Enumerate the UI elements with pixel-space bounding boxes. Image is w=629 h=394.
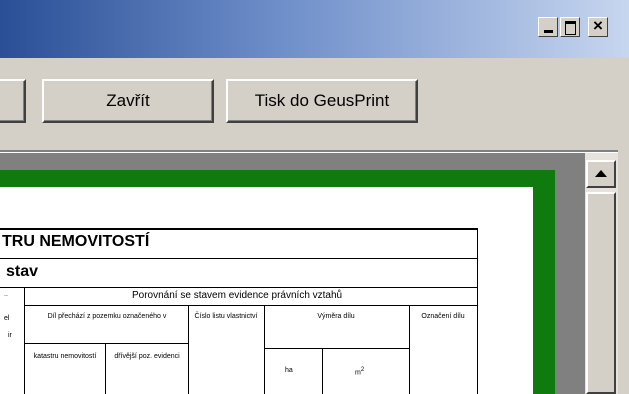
column-ownership-number: Číslo listu vlastnictví xyxy=(194,313,258,320)
window-edge xyxy=(618,58,629,394)
table-line xyxy=(105,343,106,394)
column-cadastre: katastru nemovitostí xyxy=(33,353,97,360)
maximize-icon xyxy=(565,21,576,35)
print-geusprint-button[interactable]: Tisk do GeusPrint xyxy=(226,79,418,123)
column-part-transfer: Díl přechází z pozemku označeného v xyxy=(47,313,167,320)
close-button[interactable]: × xyxy=(588,17,608,37)
table-line xyxy=(188,305,189,394)
column-ha: ha xyxy=(285,367,293,374)
column-previous: dřívější poz. evidenci xyxy=(114,353,180,360)
print-label: Tisk do GeusPrint xyxy=(254,91,390,110)
scroll-thumb[interactable] xyxy=(586,192,616,394)
left-fragment: el xyxy=(4,315,10,322)
arrow-up-icon xyxy=(595,170,607,177)
left-fragment: ir xyxy=(8,332,12,339)
partial-button[interactable] xyxy=(0,79,26,123)
column-m2: m2 xyxy=(355,367,365,377)
column-area: Výměra dílu xyxy=(317,313,355,320)
table-line xyxy=(409,305,410,394)
close-icon: × xyxy=(593,16,603,35)
scroll-up-button[interactable] xyxy=(586,160,616,188)
section-title: Porovnání se stavem evidence právních vz… xyxy=(132,290,343,301)
left-fragment: .. xyxy=(4,291,8,298)
table-line xyxy=(24,343,188,344)
close-window-button[interactable]: Zavřít xyxy=(42,79,214,123)
table-line xyxy=(322,348,323,394)
table-line xyxy=(24,287,25,394)
title-bar xyxy=(0,0,629,58)
table-line xyxy=(264,348,409,349)
close-label: Zavřít xyxy=(106,91,150,110)
table-line xyxy=(0,258,478,259)
document-heading: TRU NEMOVITOSTÍ xyxy=(2,233,150,250)
table-line xyxy=(264,305,265,394)
table-line xyxy=(0,228,478,230)
document-subheading: stav xyxy=(6,263,39,280)
table-line xyxy=(477,228,478,394)
minimize-button[interactable] xyxy=(538,17,558,37)
column-part-mark: Označení dílu xyxy=(421,313,465,320)
maximize-button[interactable] xyxy=(560,17,580,37)
document-table: TRU NEMOVITOSTÍ stav Porovnání se stavem… xyxy=(0,228,478,394)
minimize-icon xyxy=(544,30,553,33)
table-line xyxy=(0,287,478,288)
